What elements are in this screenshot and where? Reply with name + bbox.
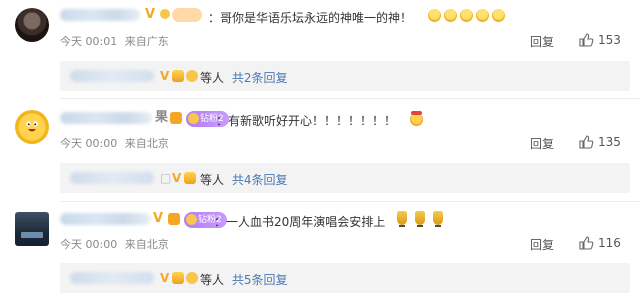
- emoji-icon: [460, 9, 473, 22]
- fan-icon: [170, 112, 182, 124]
- trophy-emoji-icon: [433, 211, 443, 227]
- sub-reply-usernames-blurred: [70, 70, 154, 82]
- vip-icon: 果: [155, 110, 169, 125]
- emoji-icon: [428, 9, 441, 22]
- location: 来自广东: [124, 35, 169, 48]
- divider: [60, 98, 640, 99]
- like-count: 116: [598, 236, 621, 250]
- emoji-icon: [492, 9, 505, 22]
- vip-icon: V: [160, 271, 170, 285]
- sub-replies-preview[interactable]: V 等人 共2条回复: [60, 61, 630, 91]
- thumb-up-icon[interactable]: [578, 134, 594, 150]
- vip-icon: V: [145, 7, 156, 22]
- avatar[interactable]: [15, 110, 49, 144]
- like-count: 135: [598, 135, 621, 149]
- avatar-image-detail: [21, 232, 43, 238]
- comment-item: V ： 哥你是华语乐坛永远的神唯一的神！ 今天 00:01 来自广东 回复 15…: [0, 0, 640, 100]
- comment-meta: 今天 00:01 来自广东: [60, 33, 169, 49]
- sub-reply-people: 等人: [200, 273, 225, 287]
- emoji-face-icon: [26, 121, 38, 132]
- fan-icon: [160, 9, 170, 19]
- reply-button[interactable]: 回复: [530, 135, 554, 152]
- sub-reply-people: 等人: [200, 173, 225, 187]
- comment-item: 果 钻粉2 ： 有新歌听好开心！！！！！！！ 今天 00:00 来自北京 回复 …: [0, 100, 640, 202]
- sub-reply-count-link[interactable]: 共2条回复: [232, 71, 288, 85]
- comment-text: 有新歌听好开心！！！！！！！: [228, 114, 397, 128]
- fan-icon: [168, 213, 180, 225]
- username-blurred[interactable]: [60, 112, 152, 124]
- badge-icon: [186, 70, 198, 82]
- reply-button[interactable]: 回复: [530, 33, 554, 50]
- sub-reply-usernames-blurred: [70, 272, 154, 284]
- thumb-up-icon[interactable]: [578, 235, 594, 251]
- sub-reply-count-link[interactable]: 共4条回复: [232, 173, 288, 187]
- timestamp: 今天 00:00: [60, 238, 118, 251]
- vip-icon: V: [172, 171, 182, 185]
- fan-icon: [172, 272, 184, 284]
- fan-icon: [184, 172, 196, 184]
- thumb-up-icon[interactable]: [578, 32, 594, 48]
- sub-reply-usernames-blurred: [70, 172, 154, 184]
- avatar[interactable]: [15, 212, 49, 246]
- emoji-icon: [476, 9, 489, 22]
- comment-feed: V ： 哥你是华语乐坛永远的神唯一的神！ 今天 00:01 来自广东 回复 15…: [0, 0, 640, 294]
- like-count: 153: [598, 33, 621, 47]
- vip-icon: V: [153, 211, 164, 226]
- comment-item: V 钻粉2 ： 一人血书20周年演唱会安排上 今天 00:00 来自北京 回复 …: [0, 202, 640, 294]
- comment-meta: 今天 00:00 来自北京: [60, 135, 169, 151]
- sub-reply-people: 等人: [200, 71, 225, 85]
- location: 来自北京: [124, 238, 169, 251]
- comment-text: 一人血书20周年演唱会安排上: [226, 215, 386, 229]
- emoji-icon: [444, 9, 457, 22]
- vip-icon: V: [160, 69, 170, 83]
- trophy-emoji-icon: [397, 211, 407, 227]
- sub-replies-preview[interactable]: V 等人 共5条回复: [60, 263, 630, 293]
- timestamp: 今天 00:00: [60, 137, 118, 150]
- sub-replies-preview[interactable]: □ V 等人 共4条回复: [60, 163, 630, 193]
- username-blurred[interactable]: [60, 9, 140, 21]
- fan-icon: [172, 70, 184, 82]
- username-blurred[interactable]: [60, 213, 150, 225]
- sub-reply-count-link[interactable]: 共5条回复: [232, 273, 288, 287]
- trophy-emoji-icon: [415, 211, 425, 227]
- placeholder-icon: □: [160, 171, 172, 185]
- comment-meta: 今天 00:00 来自北京: [60, 236, 169, 252]
- level-badge: [172, 8, 202, 22]
- location: 来自北京: [124, 137, 169, 150]
- emoji-icon: [410, 111, 423, 126]
- reply-button[interactable]: 回复: [530, 236, 554, 253]
- comment-text: 哥你是华语乐坛永远的神唯一的神！: [220, 11, 413, 25]
- timestamp: 今天 00:01: [60, 35, 118, 48]
- avatar[interactable]: [15, 8, 49, 42]
- badge-icon: [186, 272, 198, 284]
